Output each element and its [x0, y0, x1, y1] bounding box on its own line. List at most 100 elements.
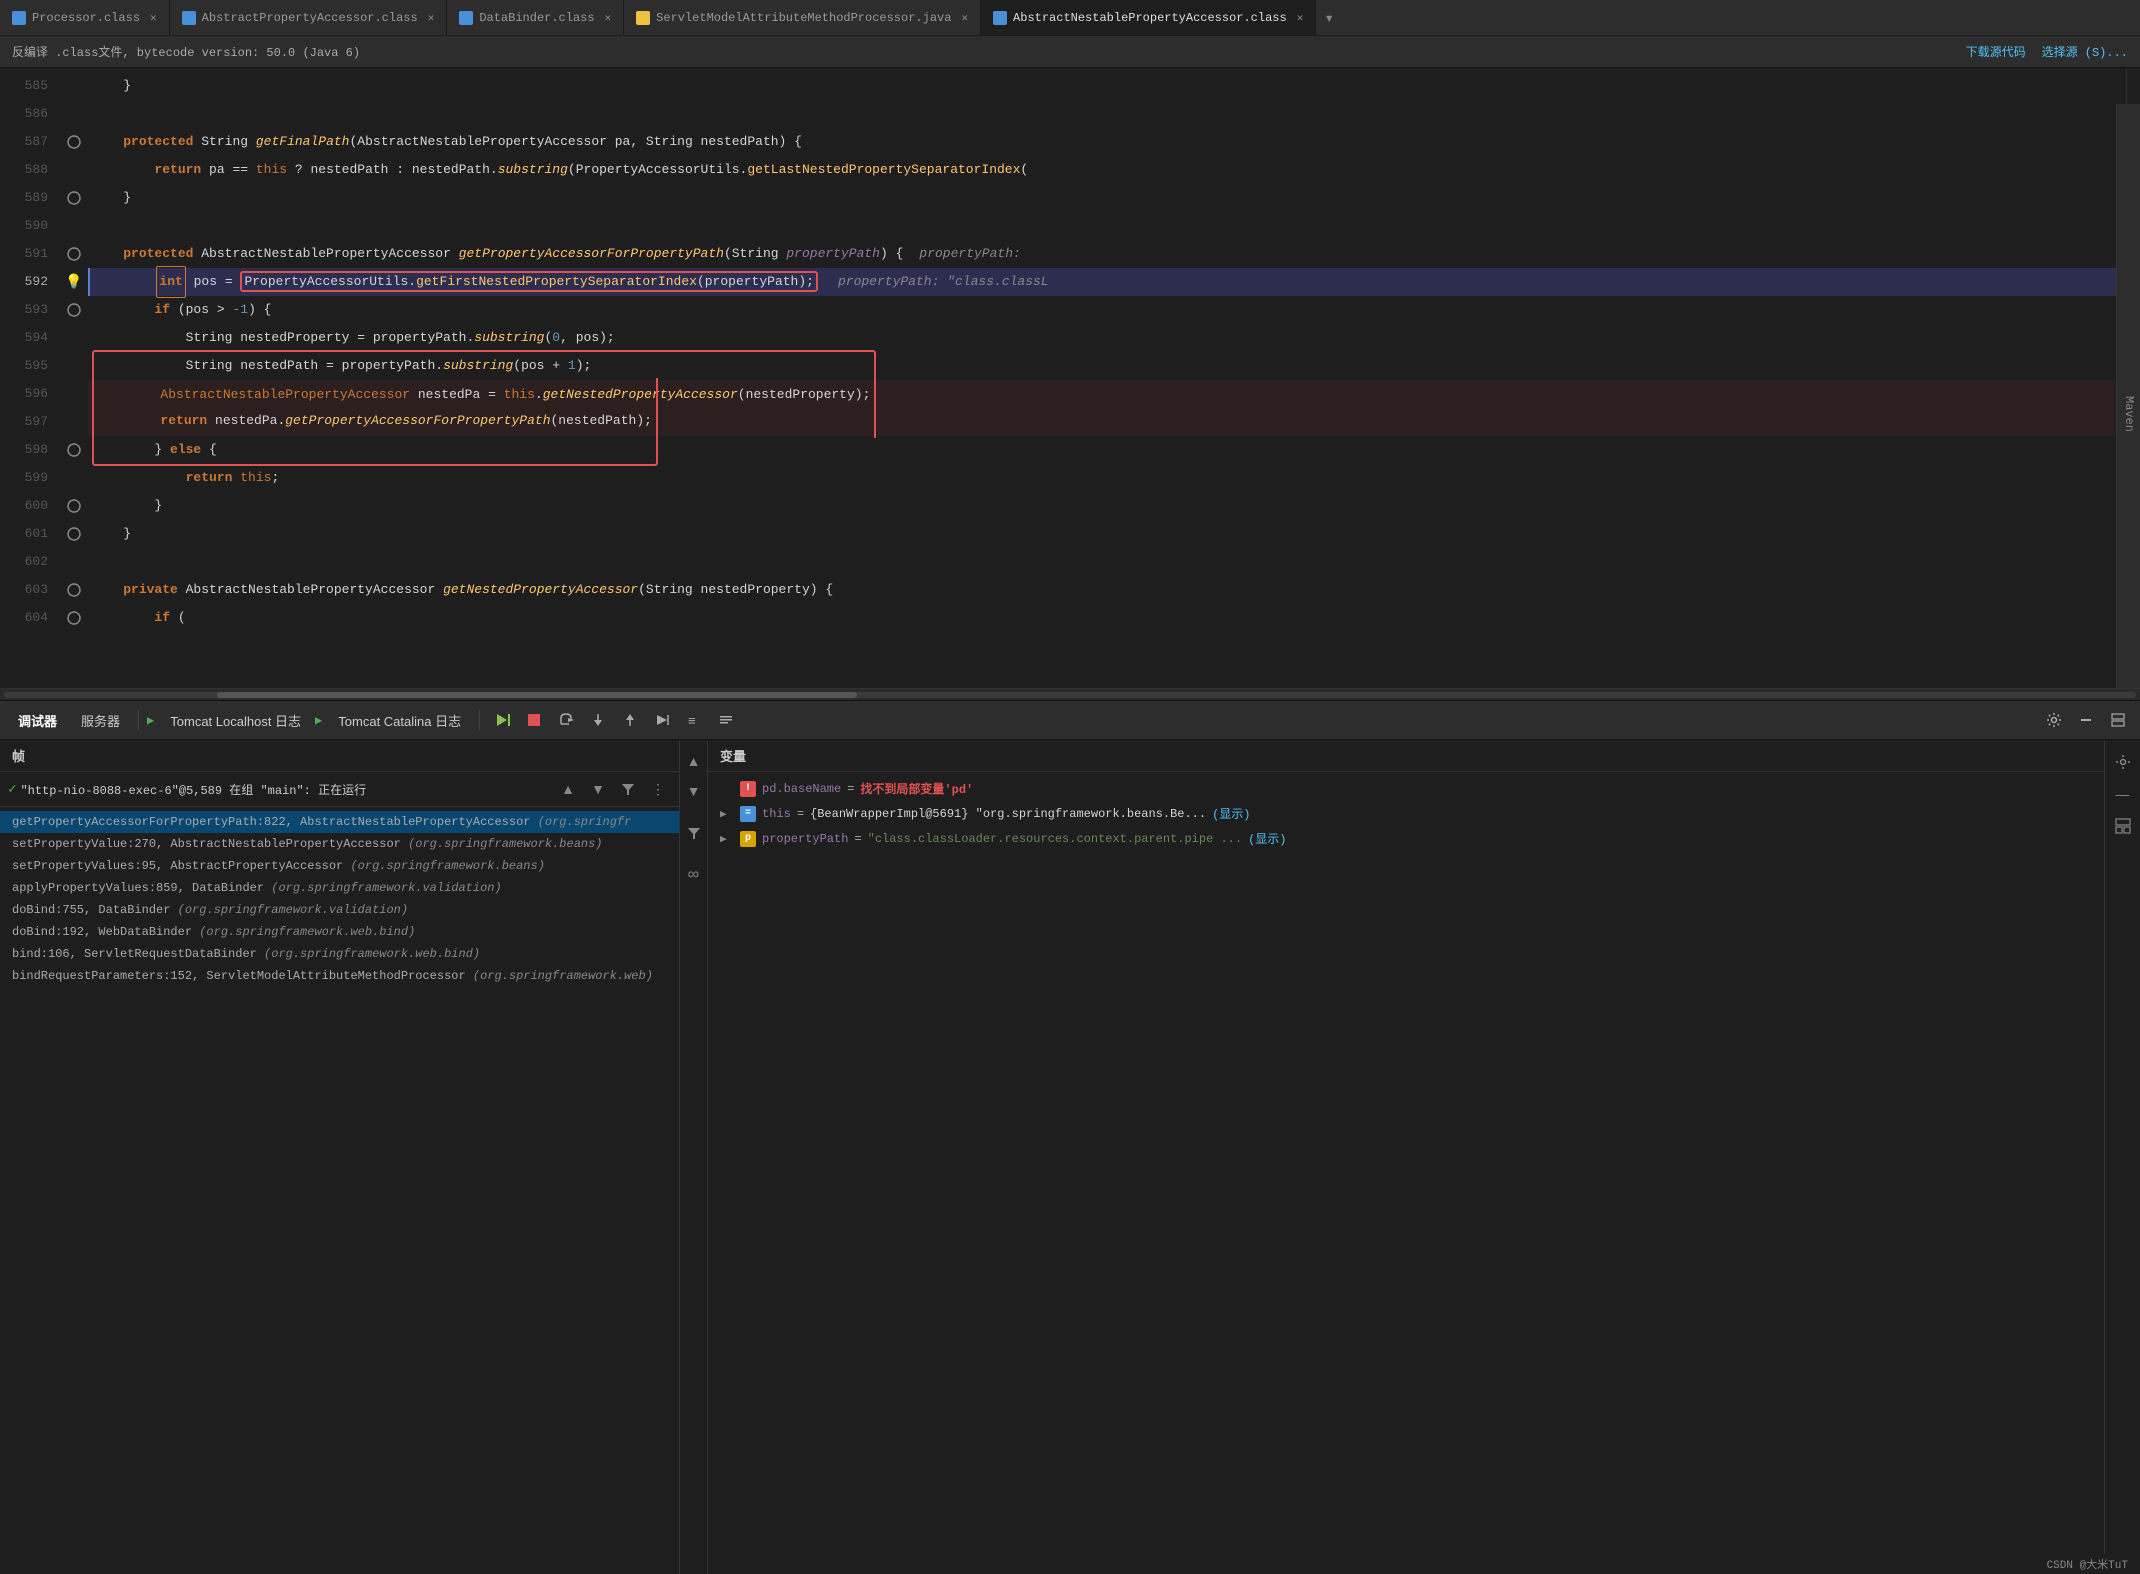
vars-layout-btn[interactable] — [2109, 812, 2137, 840]
tab-overflow-button[interactable]: ▾ — [1316, 8, 1342, 28]
tab-icon-abstract-nestable — [993, 11, 1007, 25]
var-link-this[interactable]: (显示) — [1212, 805, 1250, 822]
maven-tab[interactable]: Maven — [2116, 104, 2140, 688]
side-filter-btn2[interactable] — [681, 820, 707, 846]
resume-program-btn[interactable] — [488, 706, 516, 734]
tab-label-processor: Processor.class — [32, 11, 140, 25]
download-source-btn[interactable]: 下载源代码 — [1966, 43, 2026, 60]
tab-label-databinder: DataBinder.class — [479, 11, 594, 25]
vars-minus-btn[interactable]: — — [2109, 780, 2137, 808]
bookmark-icon-603 — [67, 583, 81, 597]
side-up-btn[interactable]: ▲ — [681, 748, 707, 774]
code-line-594: String nestedProperty = propertyPath.sub… — [88, 324, 2126, 352]
gutter-601 — [60, 520, 88, 548]
frame-method-6: bind:106, ServletRequestDataBinder (org.… — [12, 947, 480, 961]
decompile-info: 反编译 .class文件, bytecode version: 50.0 (Ja… — [12, 43, 360, 60]
code-line-593: if (pos > -1) { — [88, 296, 2126, 324]
code-line-586 — [88, 100, 2126, 128]
filter-icon — [621, 782, 635, 796]
tab-close-processor[interactable]: ✕ — [150, 11, 157, 25]
tab-processor[interactable]: Processor.class ✕ — [0, 0, 170, 35]
tab-close-servlet[interactable]: ✕ — [961, 11, 968, 25]
frame-item-4[interactable]: doBind:755, DataBinder (org.springframew… — [0, 899, 679, 921]
tab-icon-databinder — [459, 11, 473, 25]
horizontal-scrollbar[interactable] — [0, 688, 2140, 700]
info-bar: 反编译 .class文件, bytecode version: 50.0 (Ja… — [0, 36, 2140, 68]
code-line-602 — [88, 548, 2126, 576]
debugger-tab-btn[interactable]: 调试器 — [8, 707, 67, 734]
step-out-btn[interactable] — [616, 706, 644, 734]
status-text: CSDN @大米TuT — [2047, 1560, 2128, 1572]
bookmark-icon-600 — [67, 499, 81, 513]
gear-icon — [2046, 712, 2062, 728]
vars-settings-icon — [2115, 754, 2131, 770]
frame-item-2[interactable]: setPropertyValues:95, AbstractPropertyAc… — [0, 855, 679, 877]
tab-abstract-nestable[interactable]: AbstractNestablePropertyAccessor.class ✕ — [981, 0, 1316, 35]
var-name-pd: pd.baseName — [762, 782, 841, 796]
step-into-icon — [590, 712, 606, 728]
thread-check-icon: ✓ — [8, 781, 16, 798]
line-numbers: 585 586 587 588 589 590 591 592 593 594 … — [0, 68, 60, 688]
h-scrollbar-thumb[interactable] — [217, 692, 857, 698]
vars-settings-btn[interactable] — [2109, 748, 2137, 776]
var-val-this: {BeanWrapperImpl@5691} "org.springframew… — [810, 807, 1206, 821]
frame-more-btn[interactable]: ⋮ — [645, 776, 671, 802]
run-to-cursor-btn[interactable] — [648, 706, 676, 734]
evaluate-btn[interactable]: ≡ — [680, 706, 708, 734]
var-icon-propertypath: p — [740, 831, 756, 847]
frame-filter-btn[interactable] — [615, 776, 641, 802]
var-item-propertypath[interactable]: ▶ p propertyPath = "class.classLoader.re… — [708, 826, 2104, 851]
layout-btn[interactable] — [2104, 706, 2132, 734]
frame-item-6[interactable]: bind:106, ServletRequestDataBinder (org.… — [0, 943, 679, 965]
side-down-btn[interactable]: ▼ — [681, 778, 707, 804]
tomcat-localhost-btn[interactable]: Tomcat Localhost 日志 — [160, 707, 311, 734]
step-into-btn[interactable] — [584, 706, 612, 734]
settings-btn[interactable] — [2040, 706, 2068, 734]
vars-side-toolbar: — — [2104, 740, 2140, 1574]
tab-close-abstract-property[interactable]: ✕ — [428, 11, 435, 25]
tab-abstract-property[interactable]: AbstractPropertyAccessor.class ✕ — [170, 0, 448, 35]
var-item-this[interactable]: ▶ = this = {BeanWrapperImpl@5691} "org.s… — [708, 801, 2104, 826]
frame-item-3[interactable]: applyPropertyValues:859, DataBinder (org… — [0, 877, 679, 899]
bulb-icon-592[interactable]: 💡 — [65, 274, 82, 291]
gutter-585 — [60, 72, 88, 100]
side-infinity-btn[interactable]: ∞ — [681, 862, 707, 888]
var-link-propertypath[interactable]: (显示) — [1248, 830, 1286, 847]
more-options-icon — [718, 712, 734, 728]
server-tab-btn[interactable]: 服务器 — [71, 707, 130, 734]
line-num-591: 591 — [0, 240, 48, 268]
gutter-591 — [60, 240, 88, 268]
frame-item-5[interactable]: doBind:192, WebDataBinder (org.springfra… — [0, 921, 679, 943]
gutter-590 — [60, 212, 88, 240]
frame-method-7: bindRequestParameters:152, ServletModelA… — [12, 969, 653, 983]
line-num-586: 586 — [0, 100, 48, 128]
tab-close-abstract-nestable[interactable]: ✕ — [1297, 11, 1304, 25]
line-num-587: 587 — [0, 128, 48, 156]
select-source-btn[interactable]: 选择源 (S)... — [2042, 43, 2128, 60]
tab-servlet[interactable]: ServletModelAttributeMethodProcessor.jav… — [624, 0, 981, 35]
var-item-pd-basename[interactable]: ! pd.baseName = 找不到局部变量'pd' — [708, 776, 2104, 801]
gutter-603 — [60, 576, 88, 604]
frame-down-btn[interactable]: ▼ — [585, 776, 611, 802]
more-options-btn[interactable] — [712, 706, 740, 734]
bottom-toolbar: 调试器 服务器 ▶ Tomcat Localhost 日志 ▶ Tomcat C… — [0, 700, 2140, 740]
code-line-599: return this; — [88, 464, 2126, 492]
info-bar-left: 反编译 .class文件, bytecode version: 50.0 (Ja… — [12, 43, 360, 60]
step-over-btn[interactable] — [552, 706, 580, 734]
var-expand-this[interactable]: ▶ — [720, 807, 734, 821]
tab-databinder[interactable]: DataBinder.class ✕ — [447, 0, 624, 35]
var-eq-pd: = — [847, 782, 854, 796]
code-line-597: return nestedPa.getPropertyAccessorForPr… — [88, 408, 2126, 436]
tab-close-databinder[interactable]: ✕ — [605, 11, 612, 25]
frame-item-1[interactable]: setPropertyValue:270, AbstractNestablePr… — [0, 833, 679, 855]
gutter-592: 💡 — [60, 268, 88, 296]
minus-btn[interactable] — [2072, 706, 2100, 734]
var-expand-propertypath[interactable]: ▶ — [720, 832, 734, 846]
frame-up-btn[interactable]: ▲ — [555, 776, 581, 802]
stop-btn[interactable] — [520, 706, 548, 734]
tomcat-catalina-btn[interactable]: Tomcat Catalina 日志 — [328, 707, 471, 734]
thread-info: "http-nio-8088-exec-6"@5,589 在组 "main": … — [20, 781, 366, 798]
tab-icon-servlet — [636, 11, 650, 25]
frame-item-0[interactable]: getPropertyAccessorForPropertyPath:822, … — [0, 811, 679, 833]
frame-item-7[interactable]: bindRequestParameters:152, ServletModelA… — [0, 965, 679, 987]
